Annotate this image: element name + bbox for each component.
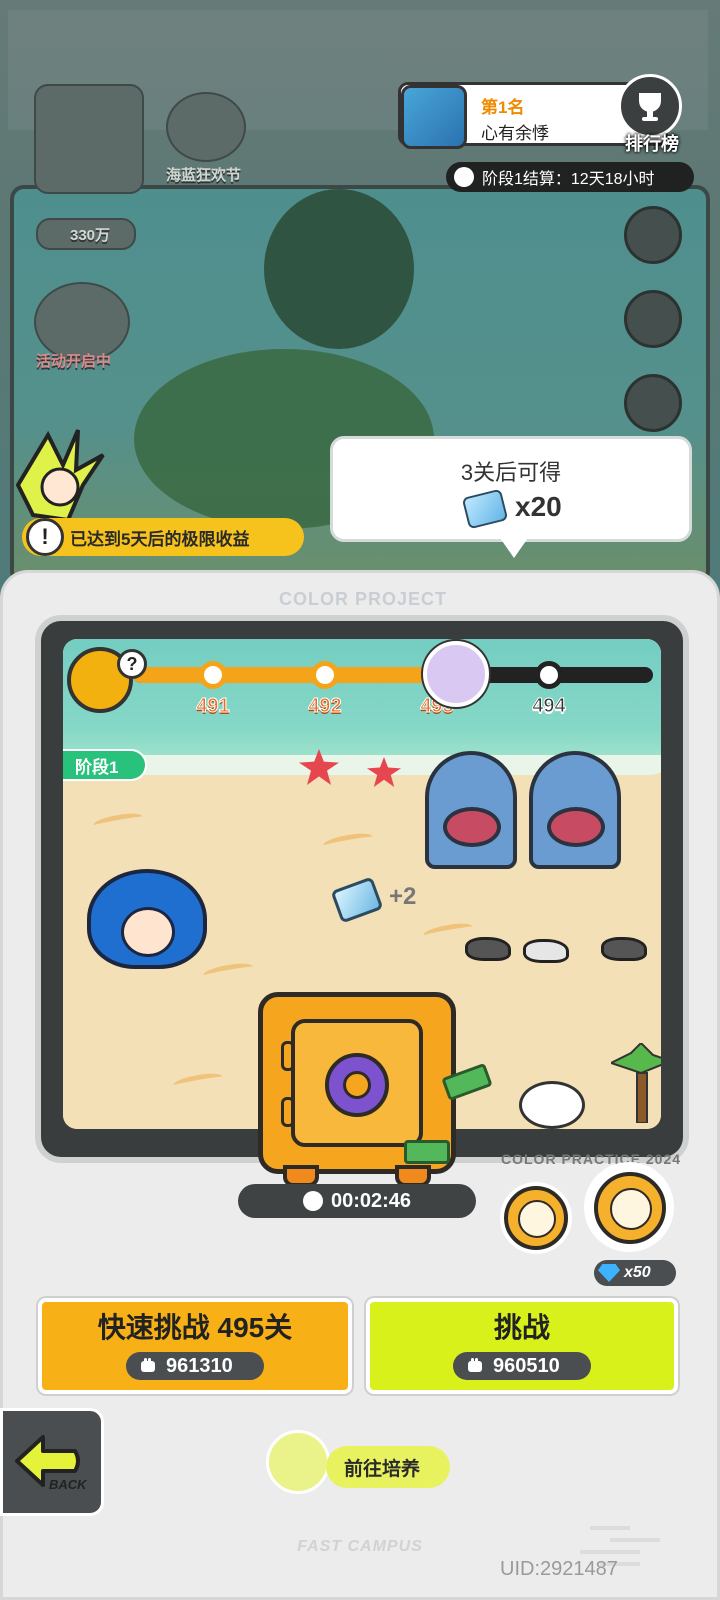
- player-character: [87, 869, 207, 999]
- reward-preview-count: x20: [515, 491, 562, 522]
- warning-icon: !: [26, 518, 64, 556]
- safe-timer-value: 00:02:46: [330, 1189, 412, 1212]
- income-limit-text: 已达到5天后的极限收益: [70, 529, 250, 549]
- fist-icon: [141, 1358, 155, 1372]
- pickup-count: +2: [389, 883, 417, 910]
- fist-icon: [468, 1358, 482, 1372]
- top-player-name: 心有余悸: [481, 124, 549, 143]
- power-value: 330万: [70, 227, 111, 244]
- back-label: BACK: [49, 1477, 87, 1492]
- help-icon[interactable]: ?: [117, 649, 147, 679]
- character-face: [121, 907, 175, 957]
- challenge-power: 960510: [453, 1352, 591, 1380]
- clock-face: [610, 1188, 652, 1230]
- challenge-label: 挑战: [493, 1312, 550, 1343]
- clock-icon: [454, 167, 474, 187]
- character-portrait[interactable]: [34, 84, 144, 194]
- level-node-label: 494: [532, 695, 566, 718]
- clock-icon: [302, 1191, 323, 1211]
- event-banner-label[interactable]: 海蓝狂欢节: [166, 164, 241, 185]
- bubble-tail: [500, 538, 528, 558]
- safe-dial: [325, 1053, 389, 1117]
- rock-drop: [465, 937, 511, 961]
- cash-icon: [404, 1140, 450, 1164]
- rock-drop: [601, 937, 647, 961]
- gem-cost: x50: [624, 1264, 651, 1281]
- train-character-icon[interactable]: [266, 1430, 330, 1494]
- go-train-button[interactable]: 前往培养: [326, 1446, 450, 1488]
- gem-cost-badge: x50: [594, 1260, 676, 1286]
- clock-face: [518, 1200, 556, 1238]
- shark-mouth: [443, 807, 501, 847]
- speedup-clock-button[interactable]: [500, 1182, 572, 1254]
- pirate-skull-decoration: [519, 1081, 585, 1129]
- sand-mark: [172, 1070, 224, 1092]
- event-status-label: 活动开启中: [36, 353, 112, 370]
- go-train-label: 前往培养: [344, 1458, 421, 1480]
- leaderboard-label: 排行榜: [625, 134, 679, 154]
- event-globe-icon[interactable]: [166, 92, 246, 162]
- reward-preview-title: 3关后可得: [460, 460, 562, 485]
- challenge-button[interactable]: 挑战 960510: [366, 1298, 678, 1394]
- task-list-icon[interactable]: [624, 290, 682, 348]
- boss-avatar: [423, 641, 489, 707]
- rock-drop: [523, 939, 569, 963]
- leaf-decoration: [264, 189, 414, 349]
- gem-speedup-button[interactable]: [584, 1162, 674, 1252]
- user-id: UID:2921487: [500, 1558, 618, 1580]
- alarm-clock-icon: [594, 1172, 666, 1244]
- level-progress-fill: [133, 667, 437, 683]
- back-button[interactable]: BACK: [0, 1408, 104, 1516]
- challenge-power-value: 960510: [493, 1354, 560, 1377]
- shark-mouth: [547, 807, 605, 847]
- palm-tree-decoration: [611, 1043, 661, 1123]
- panel-title: COLOR PROJECT: [278, 589, 447, 609]
- trophy-icon: [618, 74, 682, 138]
- guide-character-icon: [15, 429, 105, 523]
- quick-challenge-label: 快速挑战 495关: [97, 1312, 293, 1343]
- quick-challenge-power-value: 961310: [166, 1354, 233, 1377]
- stage-settlement-text: 阶段1结算：12天18小时: [482, 171, 655, 188]
- ticket-icon: [461, 488, 509, 530]
- quick-challenge-button[interactable]: 快速挑战 495关 961310: [38, 1298, 352, 1394]
- shark-enemy: [425, 751, 517, 869]
- level-node-label: 491: [196, 695, 230, 718]
- quick-challenge-power: 961310: [126, 1352, 264, 1380]
- star-event-icon[interactable]: [624, 374, 682, 432]
- level-node-label: 492: [308, 695, 342, 718]
- stage-settlement-timer: 阶段1结算：12天18小时: [446, 162, 694, 192]
- safe-timer: 00:02:46: [238, 1184, 476, 1218]
- sun-icon: [343, 1071, 371, 1099]
- stage-tag: 阶段1: [63, 749, 147, 781]
- leaderboard-button[interactable]: 排行榜: [614, 74, 690, 154]
- shark-enemy: [529, 751, 621, 869]
- level-node: [311, 661, 339, 689]
- watermark-text: COLOR PRACTICE 2024: [501, 1151, 682, 1167]
- sand-mark: [202, 960, 254, 982]
- sand-mark: [422, 920, 474, 942]
- mail-icon[interactable]: [624, 206, 682, 264]
- alarm-clock-icon: [504, 1186, 568, 1250]
- gem-icon: [598, 1264, 620, 1282]
- rank-number: 第1名: [481, 98, 525, 117]
- safe-door: [291, 1019, 423, 1147]
- reward-preview-bubble: 3关后可得 x20: [330, 436, 692, 542]
- level-node: [199, 661, 227, 689]
- top-player-avatar: [401, 85, 467, 149]
- level-node: [535, 661, 563, 689]
- sand-mark: [92, 810, 144, 832]
- sand-mark: [322, 830, 374, 852]
- income-limit-notice: 已达到5天后的极限收益: [22, 518, 304, 556]
